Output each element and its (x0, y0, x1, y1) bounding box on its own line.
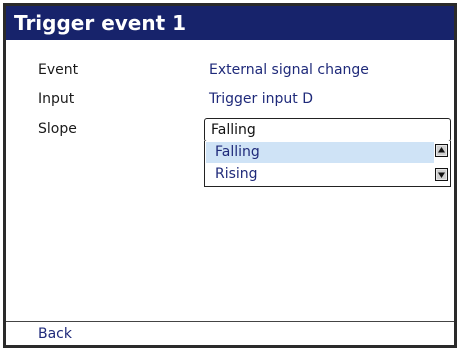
slope-label: Slope (38, 121, 77, 137)
trigger-event-window: Trigger event 1 Event External signal ch… (3, 3, 457, 348)
input-value[interactable]: Trigger input D (209, 91, 313, 107)
window-title: Trigger event 1 (6, 6, 454, 40)
slope-option-falling[interactable]: Falling (206, 142, 434, 163)
input-label: Input (38, 91, 75, 107)
scroll-up-button[interactable] (435, 144, 448, 157)
scroll-down-button[interactable] (435, 168, 448, 181)
event-value[interactable]: External signal change (209, 62, 369, 78)
footer-divider (6, 321, 454, 322)
back-button[interactable]: Back (38, 326, 72, 342)
slope-dropdown-list[interactable]: Falling Rising (204, 141, 451, 187)
slope-option-rising[interactable]: Rising (206, 164, 434, 185)
event-label: Event (38, 62, 79, 78)
scroll-up-icon (437, 146, 446, 155)
scroll-down-icon (437, 170, 446, 179)
slope-select[interactable]: Falling (204, 118, 451, 142)
